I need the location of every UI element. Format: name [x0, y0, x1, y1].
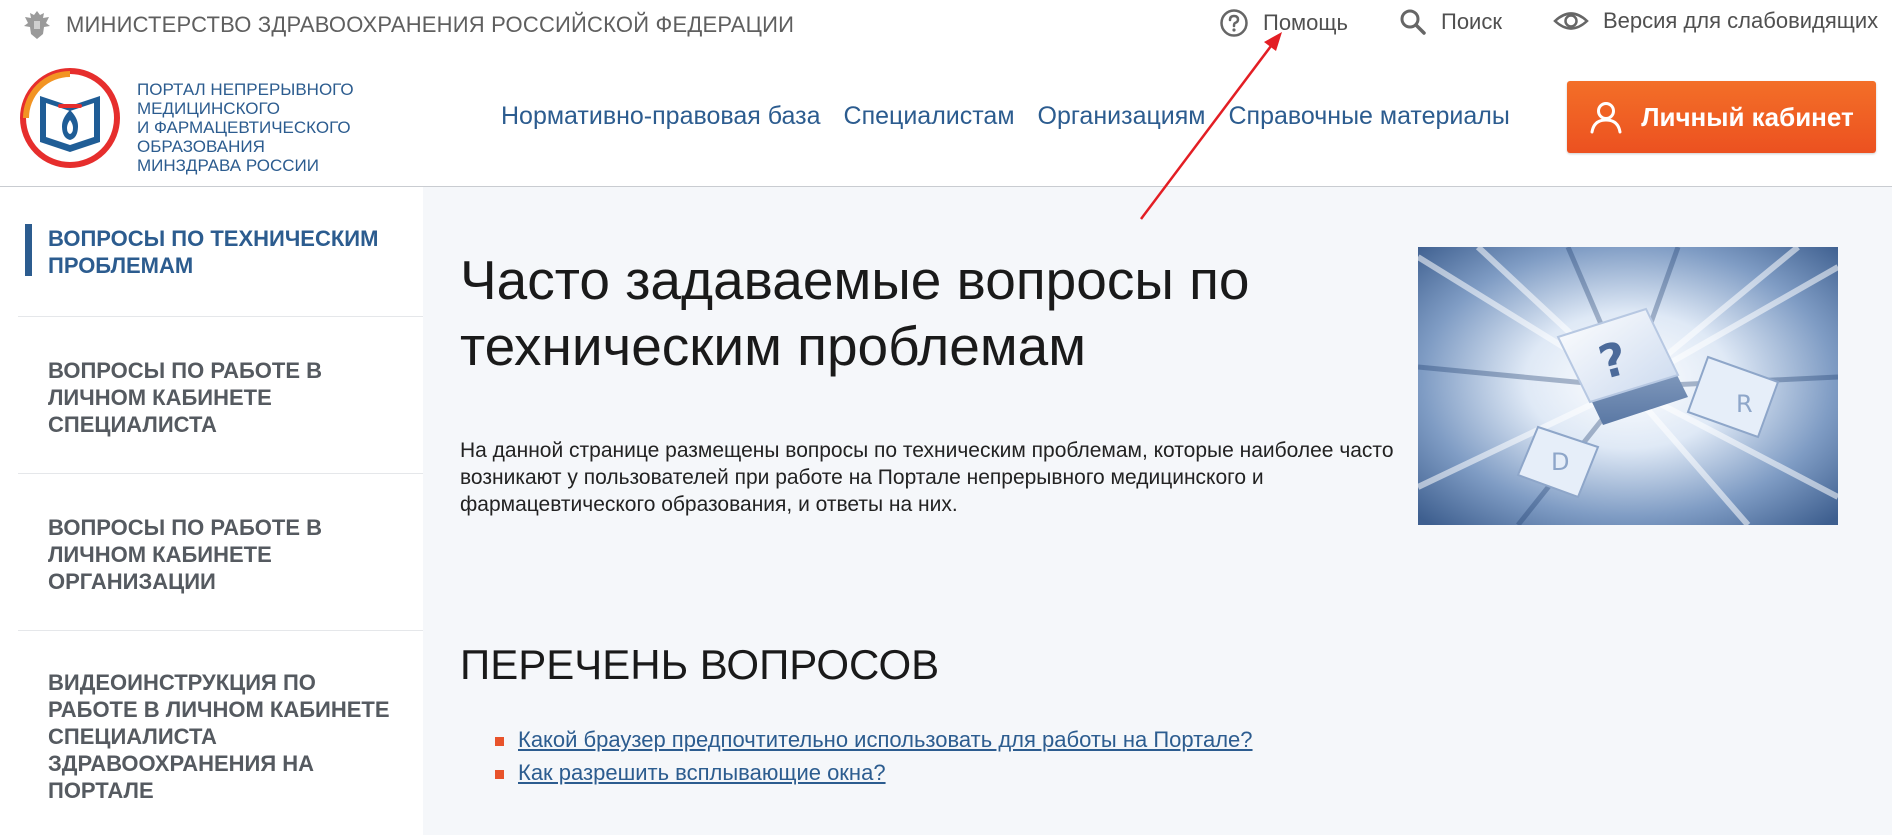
- active-indicator: [25, 224, 32, 276]
- nav-item-legal-base[interactable]: Нормативно-правовая база: [501, 102, 821, 131]
- user-icon: [1590, 102, 1622, 134]
- nav-item-organizations[interactable]: Организациям: [1038, 102, 1206, 131]
- keyboard-question-illustration: R D ?: [1418, 247, 1838, 525]
- portal-name-line: ПОРТАЛ НЕПРЕРЫВНОГО: [137, 80, 354, 99]
- page-title: Часто задаваемые вопросы по техническим …: [460, 249, 1250, 377]
- portal-name[interactable]: ПОРТАЛ НЕПРЕРЫВНОГО МЕДИЦИНСКОГО И ФАРМА…: [137, 80, 477, 175]
- ministry-link[interactable]: МИНИСТЕРСТВО ЗДРАВООХРАНЕНИЯ РОССИЙСКОЙ …: [20, 8, 794, 42]
- sidebar-item-video-instruction[interactable]: ВИДЕОИНСТРУКЦИЯ ПО РАБОТЕ В ЛИЧНОМ КАБИН…: [18, 631, 423, 835]
- personal-cabinet-button[interactable]: Личный кабинет: [1567, 81, 1876, 153]
- search-label: Поиск: [1441, 9, 1502, 34]
- keyboard-question-image: R D ?: [1418, 247, 1838, 525]
- sidebar-item-label: ВОПРОСЫ ПО РАБОТЕ В ЛИЧНОМ КАБИНЕТЕ ОРГА…: [48, 515, 323, 594]
- nav-item-reference-materials[interactable]: Справочные материалы: [1228, 102, 1509, 131]
- main-nav: Нормативно-правовая база Специалистам Ор…: [501, 102, 1510, 131]
- faq-sidebar: ВОПРОСЫ ПО ТЕХНИЧЕСКИМ ПРОБЛЕМАМ ВОПРОСЫ…: [0, 187, 423, 835]
- portal-name-line: И ФАРМАЦЕВТИЧЕСКОГО ОБРАЗОВАНИЯ: [137, 118, 351, 156]
- sidebar-item-organization-cabinet[interactable]: ВОПРОСЫ ПО РАБОТЕ В ЛИЧНОМ КАБИНЕТЕ ОРГА…: [18, 474, 423, 631]
- list-item: Какой браузер предпочтительно использова…: [495, 723, 1253, 756]
- main-content: Часто задаваемые вопросы по техническим …: [423, 187, 1892, 835]
- sidebar-item-specialist-cabinet[interactable]: ВОПРОСЫ ПО РАБОТЕ В ЛИЧНОМ КАБИНЕТЕ СПЕЦ…: [18, 317, 423, 474]
- portal-name-line: МИНЗДРАВА РОССИИ: [137, 156, 319, 175]
- bullet-icon: [495, 770, 504, 779]
- ministry-name: МИНИСТЕРСТВО ЗДРАВООХРАНЕНИЯ РОССИЙСКОЙ …: [66, 12, 795, 37]
- intro-text: На данной странице размещены вопросы по …: [460, 439, 1394, 516]
- sidebar-item-label: ВОПРОСЫ ПО ТЕХНИЧЕСКИМ ПРОБЛЕМАМ: [48, 226, 379, 278]
- portal-name-line: МЕДИЦИНСКОГО: [137, 99, 280, 118]
- sidebar-item-label: ВИДЕОИНСТРУКЦИЯ ПО РАБОТЕ В ЛИЧНОМ КАБИН…: [48, 670, 390, 803]
- top-utility-bar: МИНИСТЕРСТВО ЗДРАВООХРАНЕНИЯ РОССИЙСКОЙ …: [0, 0, 1892, 46]
- svg-text:D: D: [1551, 448, 1569, 476]
- questions-list: Какой браузер предпочтительно использова…: [495, 723, 1253, 789]
- personal-cabinet-label: Личный кабинет: [1641, 101, 1854, 132]
- questions-section-title: ПЕРЕЧЕНЬ ВОПРОСОВ: [460, 641, 940, 688]
- help-label: Помощь: [1263, 10, 1348, 35]
- question-link-popups[interactable]: Как разрешить всплывающие окна?: [518, 760, 886, 785]
- nav-item-specialists[interactable]: Специалистам: [844, 102, 1015, 131]
- eagle-emblem-icon: [24, 11, 50, 39]
- bullet-icon: [495, 737, 504, 746]
- sidebar-item-label: ВОПРОСЫ ПО РАБОТЕ В ЛИЧНОМ КАБИНЕТЕ СПЕЦ…: [48, 358, 323, 437]
- question-link-browser[interactable]: Какой браузер предпочтительно использова…: [518, 727, 1253, 752]
- portal-logo[interactable]: [18, 66, 122, 170]
- question-circle-icon: [1220, 9, 1248, 37]
- search-link[interactable]: Поиск: [1399, 8, 1502, 36]
- sidebar-item-technical[interactable]: ВОПРОСЫ ПО ТЕХНИЧЕСКИМ ПРОБЛЕМАМ: [18, 187, 423, 317]
- magnifier-icon: [1400, 9, 1426, 35]
- help-link[interactable]: Помощь: [1219, 8, 1348, 38]
- eye-icon: [1553, 12, 1589, 30]
- site-header: ПОРТАЛ НЕПРЕРЫВНОГО МЕДИЦИНСКОГО И ФАРМА…: [0, 46, 1892, 187]
- list-item: Как разрешить всплывающие окна?: [495, 756, 1253, 789]
- accessibility-label: Версия для слабовидящих: [1603, 8, 1879, 33]
- accessibility-link[interactable]: Версия для слабовидящих: [1553, 8, 1878, 34]
- svg-text:R: R: [1736, 390, 1753, 418]
